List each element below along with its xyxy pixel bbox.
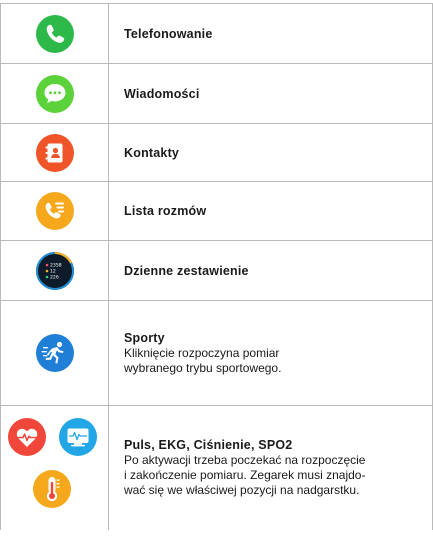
icon-cell (0, 300, 109, 406)
text-cell: Sporty Kliknięcie rozpoczyna pomiar wybr… (108, 300, 433, 406)
table-row: 2358 12 226 Dzienne zestawienie (0, 240, 433, 301)
icon-cell (0, 181, 109, 241)
contacts-icon[interactable] (35, 133, 75, 173)
description-line: Kliknięcie rozpoczyna pomiar (124, 345, 280, 360)
table-row: Kontakty (0, 123, 433, 182)
icon-cell (0, 3, 109, 64)
running-icon[interactable] (35, 333, 75, 373)
feature-title: Telefonowanie (124, 26, 213, 41)
feature-title: Sporty (124, 330, 165, 345)
feature-title: Dzienne zestawienie (124, 263, 249, 278)
text-cell: Puls, EKG, Ciśnienie, SPO2 Po aktywacji … (108, 405, 433, 530)
table-row: Telefonowanie (0, 3, 433, 64)
text-cell: Lista rozmów (108, 181, 433, 241)
feature-title: Puls, EKG, Ciśnienie, SPO2 (124, 437, 293, 452)
heart-rate-icon[interactable] (7, 417, 47, 457)
description-line: Po aktywacji trzeba poczekać na rozpoczę… (124, 452, 366, 467)
summary-value: 226 (50, 274, 59, 280)
summary-value: 2358 (50, 262, 62, 268)
text-cell: Telefonowanie (108, 3, 433, 64)
table-row: Wiadomości (0, 63, 433, 124)
feature-title: Kontakty (124, 145, 180, 160)
icon-cell (0, 405, 109, 530)
icon-cell: 2358 12 226 (0, 240, 109, 301)
table-row: Puls, EKG, Ciśnienie, SPO2 Po aktywacji … (0, 405, 433, 530)
table-row: Lista rozmów (0, 181, 433, 241)
summary-value: 12 (50, 268, 56, 274)
text-cell: Kontakty (108, 123, 433, 182)
description-line: wać się we właściwej pozycji na nadgarst… (124, 482, 360, 497)
ekg-icon[interactable] (58, 417, 98, 457)
feature-description: Po aktywacji trzeba poczekać na rozpoczę… (124, 453, 426, 498)
call-list-icon[interactable] (35, 191, 75, 231)
daily-summary-icon[interactable]: 2358 12 226 (35, 251, 75, 291)
phone-icon[interactable] (35, 14, 75, 54)
icon-cell (0, 63, 109, 124)
text-cell: Dzienne zestawienie (108, 240, 433, 301)
features-table: Telefonowanie Wiadomości Kontakty Lista … (0, 3, 433, 530)
message-icon[interactable] (35, 74, 75, 114)
feature-description: Kliknięcie rozpoczyna pomiar wybranego t… (124, 346, 426, 376)
description-line: wybranego trybu sportowego. (124, 360, 282, 375)
feature-title: Wiadomości (124, 86, 200, 101)
thermometer-icon[interactable] (32, 469, 72, 509)
description-line: i zakończenie pomiaru. Zegarek musi znaj… (124, 467, 366, 482)
text-cell: Wiadomości (108, 63, 433, 124)
health-icons-group (1, 413, 108, 523)
table-row: Sporty Kliknięcie rozpoczyna pomiar wybr… (0, 300, 433, 406)
icon-cell (0, 123, 109, 182)
feature-title: Lista rozmów (124, 204, 207, 218)
